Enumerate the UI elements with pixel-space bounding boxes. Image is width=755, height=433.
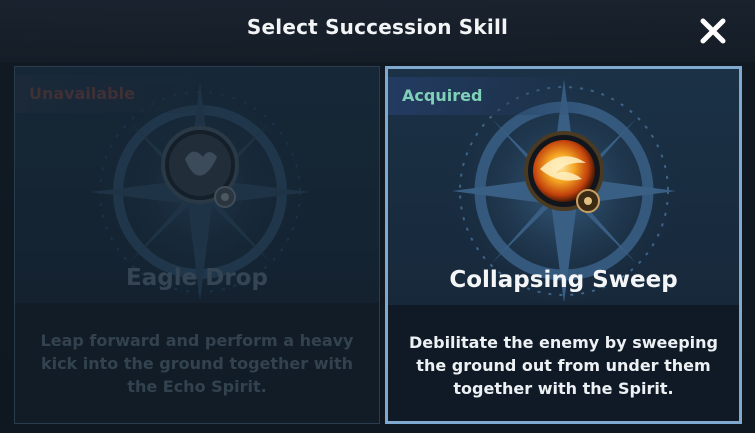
close-button[interactable] (696, 14, 730, 48)
dialog-header: Select Succession Skill (0, 0, 755, 62)
close-icon (700, 18, 726, 44)
collapsing-sweep-skill-icon (524, 131, 604, 213)
status-badge: Unavailable (15, 75, 215, 113)
skill-card-collapsing-sweep[interactable]: Acquired Collapsing Sweep Debilitate the… (385, 66, 742, 424)
skill-description: Debilitate the enemy by sweeping the gro… (408, 333, 719, 398)
skill-card-eagle-drop[interactable]: Unavailable Eagle Drop Leap forward and … (14, 66, 380, 424)
skill-description-panel: Debilitate the enemy by sweeping the gro… (388, 305, 739, 421)
skill-name: Collapsing Sweep (449, 267, 678, 293)
dialog-title: Select Succession Skill (246, 15, 509, 39)
skill-name: Eagle Drop (126, 265, 268, 291)
skill-description: Leap forward and perform a heavy kick in… (40, 331, 354, 396)
status-badge: Acquired (388, 77, 588, 115)
skill-description-panel: Leap forward and perform a heavy kick in… (15, 303, 379, 423)
